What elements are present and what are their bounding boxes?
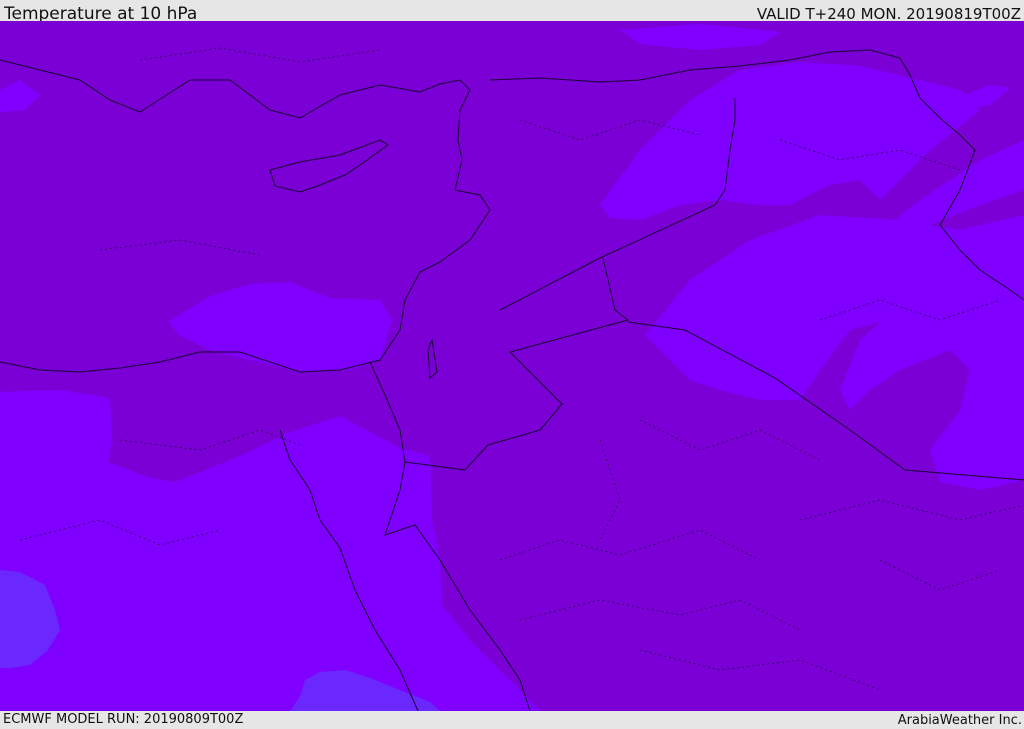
temperature-map[interactable]: [0, 21, 1024, 711]
footer-bar: ECMWF MODEL RUN: 20190809T00Z ArabiaWeat…: [0, 711, 1024, 729]
header-bar: Temperature at 10 hPa VALID T+240 MON. 2…: [0, 0, 1024, 24]
model-run-label: ECMWF MODEL RUN: 20190809T00Z: [3, 712, 244, 727]
credit-label: ArabiaWeather Inc.: [897, 713, 1022, 728]
map-canvas: [0, 21, 1024, 711]
